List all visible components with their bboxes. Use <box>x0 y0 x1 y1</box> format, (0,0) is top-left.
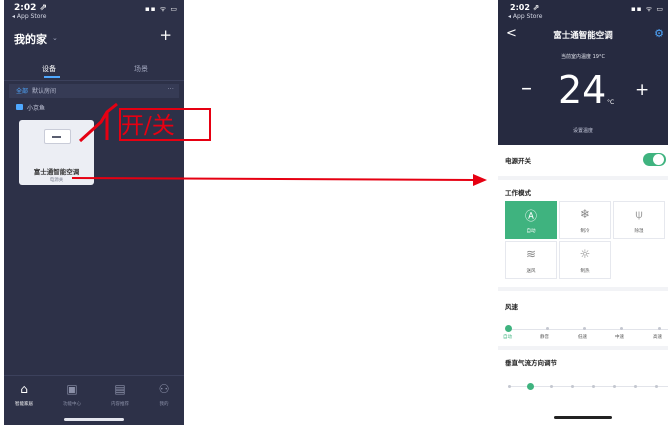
airflow-stop[interactable] <box>571 385 574 388</box>
airflow-stop[interactable] <box>613 385 616 388</box>
increase-temp-button[interactable]: + <box>635 80 649 100</box>
mode-fan-button[interactable]: ≋ 送风 <box>505 241 557 279</box>
mode-auto-button[interactable]: Ⓐ 自动 <box>505 201 557 239</box>
airflow-knob[interactable] <box>527 383 534 390</box>
work-mode-label: 工作模式 <box>505 189 531 197</box>
fan-speed-slider[interactable] <box>508 329 668 330</box>
airflow-stop[interactable] <box>592 385 595 388</box>
power-switch-label: 电源开关 <box>505 157 531 165</box>
back-to-app-store[interactable]: ◂ App Store <box>508 13 542 20</box>
indoor-temperature: 当前室内温度 19°C <box>561 54 605 60</box>
temperature-unit: °C <box>607 99 615 106</box>
sun-icon: ☼ <box>579 247 591 261</box>
fan-speed-knob[interactable] <box>505 325 512 332</box>
fan-speed-option[interactable]: 高速 <box>653 334 662 340</box>
auto-icon: Ⓐ <box>524 209 537 223</box>
mode-label: 送风 <box>526 269 536 274</box>
airflow-stop[interactable] <box>508 385 511 388</box>
wind-icon: ≋ <box>525 247 537 261</box>
annotation-arrow-line <box>71 177 475 181</box>
droplet-icon: ⍦ <box>635 207 643 221</box>
mode-dry-button[interactable]: ⍦ 除湿 <box>613 201 665 239</box>
status-time: 2:02 ⇗ <box>510 3 540 12</box>
page-title: 富士通智能空调 <box>553 31 613 41</box>
fan-speed-stop[interactable] <box>546 327 549 330</box>
mode-label: 除湿 <box>634 229 644 234</box>
fan-speed-option[interactable]: 自动 <box>503 334 512 340</box>
mode-heat-button[interactable]: ☼ 制热 <box>559 241 611 279</box>
airflow-stop[interactable] <box>655 385 658 388</box>
snowflake-icon: ❄ <box>579 207 591 221</box>
mode-cool-button[interactable]: ❄ 制冷 <box>559 201 611 239</box>
fan-speed-label: 风速 <box>505 303 518 311</box>
section-divider <box>498 346 668 350</box>
home-indicator <box>554 416 612 419</box>
annotation-check-line <box>78 102 118 143</box>
gear-icon[interactable]: ⚙ <box>654 27 664 40</box>
fan-speed-stop[interactable] <box>583 327 586 330</box>
airflow-stop[interactable] <box>634 385 637 388</box>
set-temperature-value: 24 <box>558 68 607 112</box>
decrease-temp-button[interactable]: – <box>521 76 532 101</box>
airflow-stop[interactable] <box>550 385 553 388</box>
annotation-label: 开/关 <box>121 113 175 139</box>
fan-speed-stop[interactable] <box>620 327 623 330</box>
annotation-arrow-head <box>473 174 487 186</box>
section-divider <box>498 287 668 291</box>
fan-speed-stop[interactable] <box>658 327 661 330</box>
mode-label: 制热 <box>580 269 590 274</box>
toggle-knob <box>653 154 664 165</box>
section-divider <box>498 176 668 180</box>
fan-speed-option[interactable]: 中速 <box>615 334 624 340</box>
fan-speed-option[interactable]: 静音 <box>540 334 549 340</box>
mode-label: 自动 <box>526 229 536 234</box>
mode-label: 制冷 <box>580 229 590 234</box>
vertical-airflow-label: 垂直气流方向调节 <box>505 359 557 367</box>
set-temperature-label: 设置温度 <box>572 128 593 134</box>
status-icons: ▪▪ ᯤ ▭ <box>631 5 664 13</box>
fan-speed-option[interactable]: 低速 <box>578 334 587 340</box>
right-phone-screen: 2:02 ⇗ ◂ App Store ▪▪ ᯤ ▭ < 富士通智能空调 ⚙ 当前… <box>498 0 668 425</box>
